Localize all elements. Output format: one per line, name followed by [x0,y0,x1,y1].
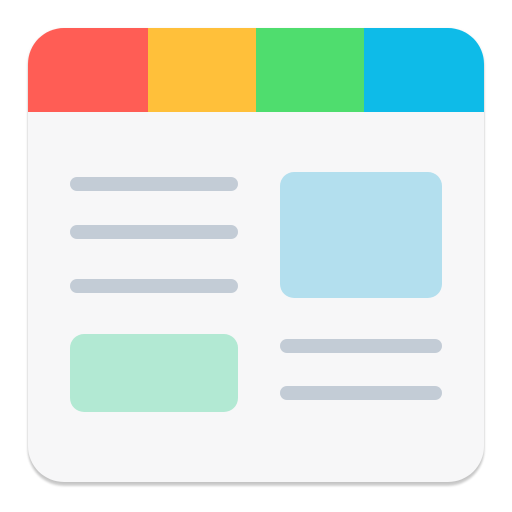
image-placeholder-green [70,334,238,412]
app-icon [28,28,484,482]
text-line-3 [70,279,238,293]
image-placeholder-blue [280,172,442,298]
red-tab [28,28,148,112]
green-tab [256,28,364,112]
yellow-tab [148,28,256,112]
text-line-5 [280,386,442,400]
text-line-4 [280,339,442,353]
blue-tab [364,28,484,112]
text-line-1 [70,177,238,191]
color-tab-bar [28,28,484,112]
text-line-2 [70,225,238,239]
